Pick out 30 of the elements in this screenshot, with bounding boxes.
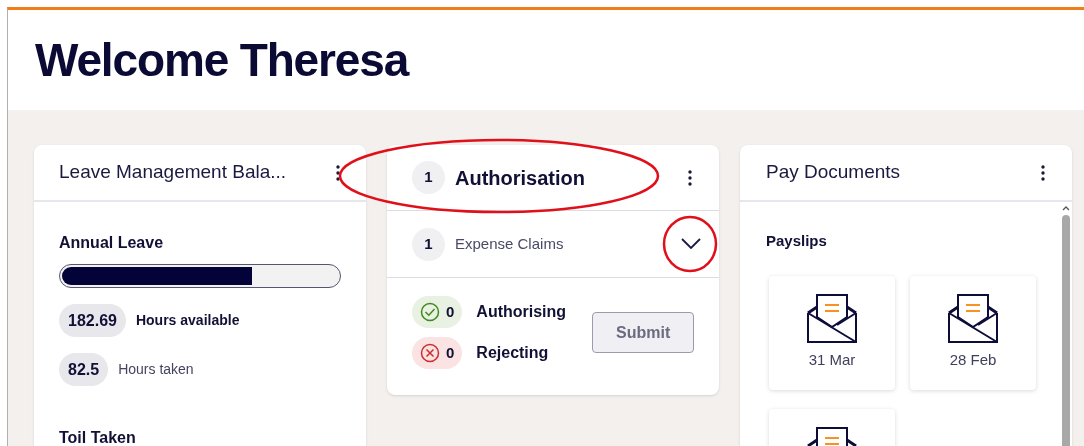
section-title: Payslips <box>766 231 828 251</box>
hours-label: Hours taken <box>118 360 194 379</box>
more-options-icon[interactable] <box>336 164 340 181</box>
card-title: Authorisation <box>455 165 585 191</box>
payslip-tile[interactable]: 28 Feb <box>910 275 1036 390</box>
envelope-document-icon <box>948 292 998 343</box>
payslip-date: 31 Mar <box>808 349 856 370</box>
more-options-icon[interactable] <box>1041 164 1045 181</box>
card-title: Leave Management Bala... <box>59 160 287 185</box>
count-badge: 1 <box>412 227 445 261</box>
welcome-heading: Welcome Theresa <box>35 32 409 88</box>
hours-badge: 82.5 <box>59 353 109 386</box>
group-label: Expense Claims <box>455 233 564 254</box>
section-title: Annual Leave <box>59 233 165 253</box>
hours-badge: 182.69 <box>59 304 126 337</box>
action-label: Rejecting <box>476 343 549 363</box>
more-options-icon[interactable] <box>688 169 692 186</box>
cross-circle-icon <box>420 343 440 363</box>
payslip-tile[interactable]: 31 Mar <box>769 275 895 390</box>
action-label: Authorising <box>476 302 567 322</box>
tally-badge: 0 <box>412 337 463 369</box>
section-title: Toil Taken <box>59 428 137 446</box>
tally-badge: 0 <box>412 296 463 328</box>
count-badge: 1 <box>412 161 445 194</box>
scroll-up-icon[interactable] <box>1062 205 1070 211</box>
check-circle-icon <box>420 302 440 322</box>
payslip-date: 28 Feb <box>949 349 997 370</box>
card-title: Pay Documents <box>766 160 901 185</box>
envelope-document-icon <box>807 292 857 343</box>
hours-label: Hours available <box>135 311 240 330</box>
